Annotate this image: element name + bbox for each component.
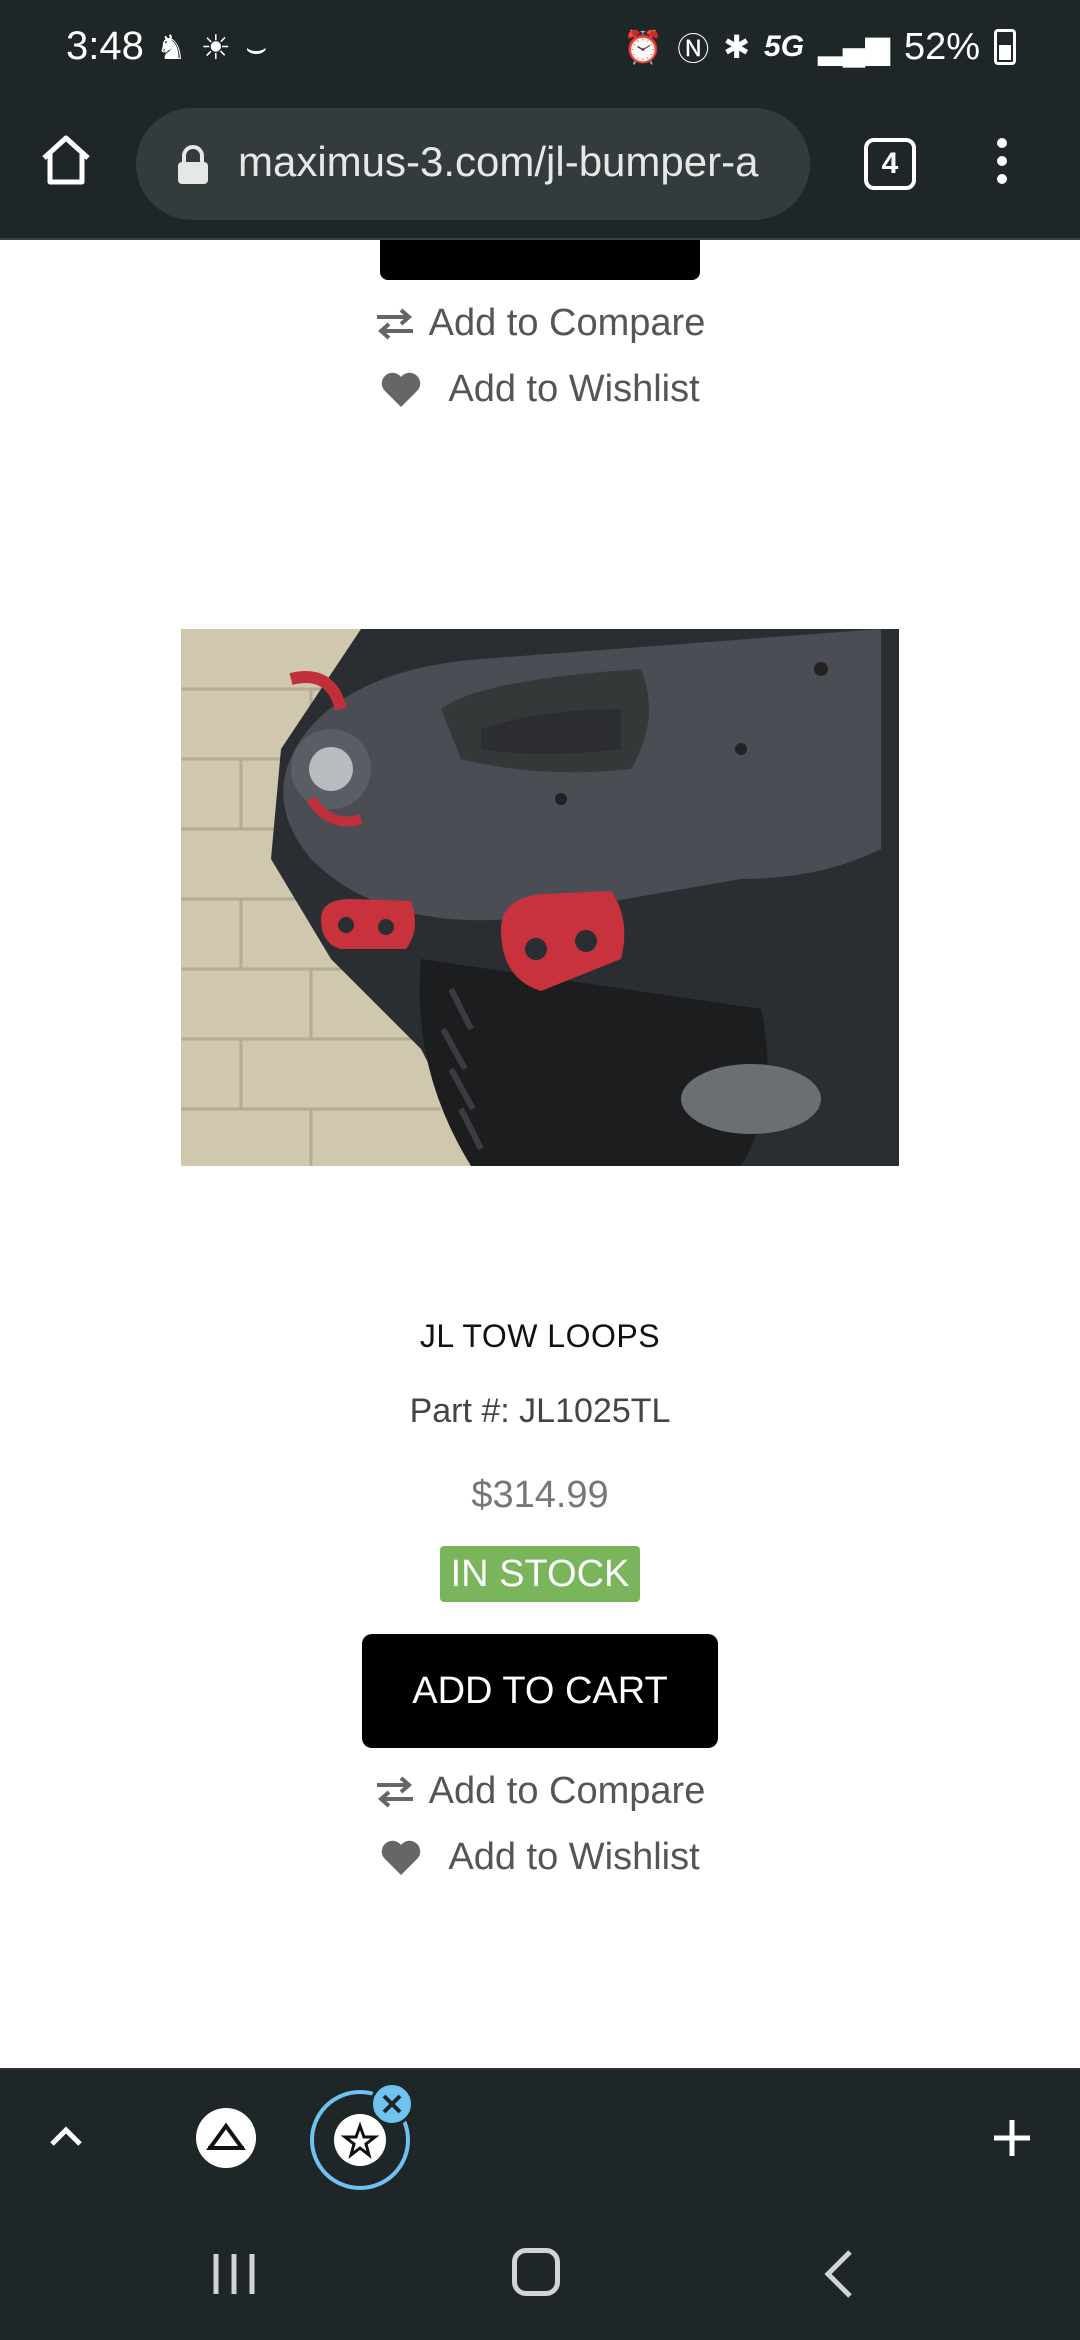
compare-icon: [375, 1775, 415, 1809]
status-bar: 3:48 ♞ ☀ ⌣ ⏰ Ⓝ ✱ 5G ▂▄▆ 52%: [0, 0, 1080, 100]
stock-status-badge: IN STOCK: [440, 1546, 640, 1602]
wishlist-label: Add to Wishlist: [448, 368, 700, 410]
lock-icon: [176, 144, 210, 186]
network-type: 5G: [764, 30, 805, 63]
signal-icon: ▂▄▆: [818, 29, 890, 65]
heart-icon: [380, 371, 422, 409]
bluetooth-icon: ✱: [723, 29, 751, 65]
compare-link[interactable]: Add to Compare: [0, 1770, 1080, 1813]
alarm-icon: ⏰: [623, 29, 664, 65]
battery-icon: [994, 29, 1016, 65]
product-price: $314.99: [471, 1474, 609, 1516]
compare-label: Add to Compare: [428, 1770, 706, 1812]
product-title[interactable]: JL TOW LOOPS: [0, 1318, 1080, 1355]
system-nav-bar: [0, 2206, 1080, 2340]
tab-favicon-mountain[interactable]: [196, 2108, 256, 2168]
status-right-icons: ⏰ Ⓝ ✱ 5G ▂▄▆ 52%: [623, 24, 1016, 70]
back-icon[interactable]: [820, 2248, 860, 2300]
part-number: Part #: JL1025TL: [409, 1392, 671, 1430]
previous-compare-link[interactable]: Add to Compare: [0, 302, 1080, 345]
nfc-icon: Ⓝ: [677, 31, 710, 67]
close-tab-icon[interactable]: [370, 2082, 414, 2126]
product-image[interactable]: [181, 629, 899, 1166]
previous-wishlist-link[interactable]: Add to Wishlist: [0, 368, 1080, 411]
compare-icon: [375, 307, 415, 341]
home-icon[interactable]: [36, 130, 116, 210]
wishlist-link[interactable]: Add to Wishlist: [0, 1836, 1080, 1879]
brightness-icon: ☀: [200, 29, 231, 67]
chevron-up-icon[interactable]: [46, 2116, 86, 2156]
page-content: Add to Compare Add to Wishlist JL TOW LO…: [0, 240, 1080, 2068]
heart-icon: [380, 1839, 422, 1877]
battery-percent: 52%: [903, 25, 980, 68]
tab-strip: [0, 2068, 1080, 2206]
recents-icon[interactable]: [210, 2252, 258, 2296]
previous-add-to-cart-button[interactable]: [380, 240, 700, 280]
add-to-cart-button[interactable]: ADD TO CART: [362, 1634, 718, 1748]
url-text: maximus-3.com/jl-bumper-a: [238, 138, 759, 185]
status-time: 3:48: [66, 24, 144, 68]
wishlist-label: Add to Wishlist: [448, 1836, 700, 1878]
notification-icon: ♞: [156, 29, 187, 67]
status-notification-icons: ♞ ☀ ⌣: [156, 28, 267, 68]
new-tab-icon[interactable]: [990, 2116, 1034, 2160]
amazon-icon: ⌣: [244, 29, 268, 67]
browser-toolbar: maximus-3.com/jl-bumper-a 4: [0, 100, 1080, 240]
compare-label: Add to Compare: [428, 302, 706, 344]
address-bar[interactable]: maximus-3.com/jl-bumper-a: [136, 108, 810, 220]
more-menu-icon[interactable]: [990, 132, 1014, 196]
tab-switcher-button[interactable]: 4: [864, 138, 916, 190]
home-nav-icon[interactable]: [512, 2248, 560, 2296]
